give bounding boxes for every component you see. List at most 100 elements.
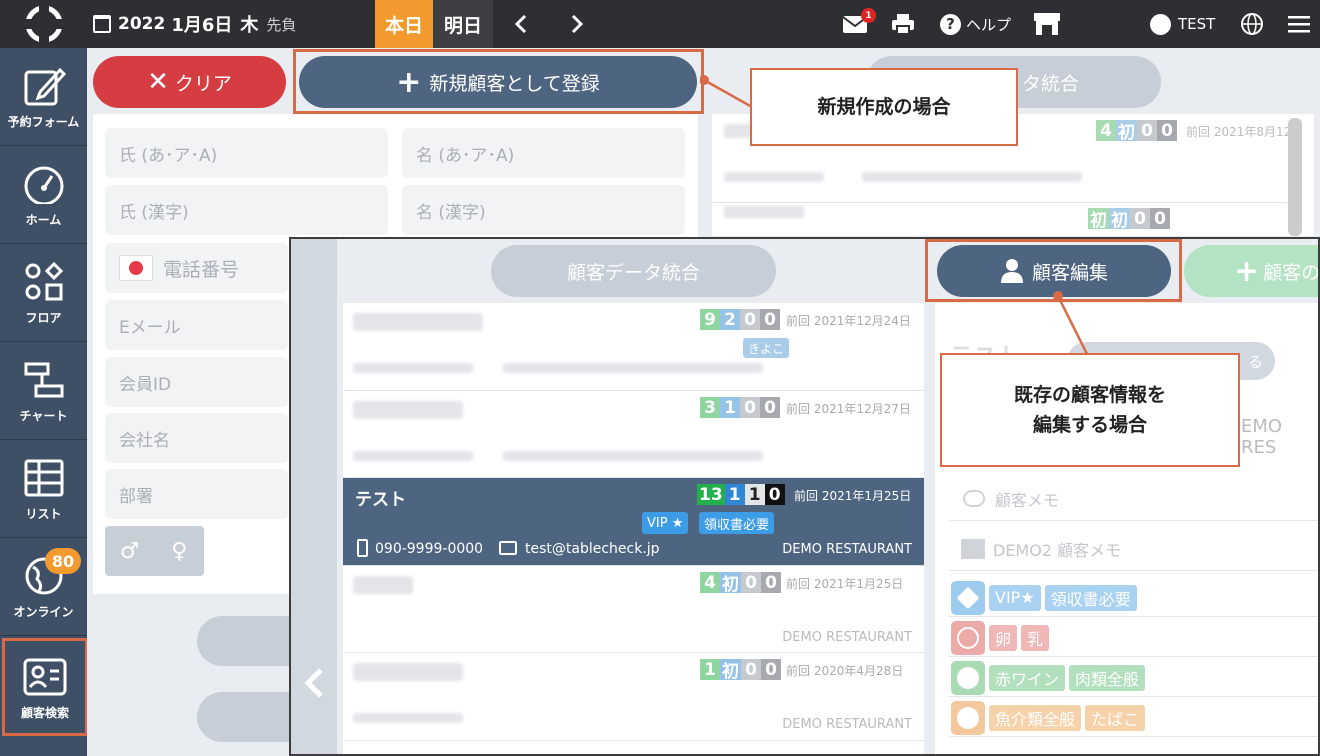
demo2-memo-label: DEMO2 顧客メモ xyxy=(993,540,1122,560)
sidebar-item-label: リスト xyxy=(25,507,62,521)
chart-bars-icon xyxy=(24,362,63,398)
customer-phone: 090-9999-0000 xyxy=(375,541,484,557)
member-id-input[interactable]: 会員ID xyxy=(105,357,288,407)
bg-scrollbar[interactable] xyxy=(1288,118,1302,236)
last-name-kana-input[interactable]: 氏 (あ･ア･A) xyxy=(105,128,388,178)
prev-day-button[interactable] xyxy=(500,0,542,48)
customer-memo-row[interactable]: 顧客メモ xyxy=(949,477,1318,521)
floor-shapes-icon xyxy=(25,261,63,301)
calendar-icon xyxy=(93,15,111,33)
customer-edit-panel: 顧客データ統合 顧客編集 + 顧客の 9200 前回 2021年12月24日 き… xyxy=(289,237,1320,756)
list-item[interactable]: 9200 前回 2021年12月24日 きよこ xyxy=(343,303,924,391)
sidebar-item-home[interactable]: ホーム xyxy=(0,146,87,244)
smile-face-icon xyxy=(951,660,985,695)
department-input[interactable]: 部署 xyxy=(105,469,288,519)
japan-flag-icon xyxy=(119,255,153,281)
receipt-tag: 領収書必要 xyxy=(699,512,775,534)
list-item[interactable]: 4初00 前回 2021年1月25日 DEMO RESTAURANT xyxy=(343,566,924,653)
panel-back-bar[interactable] xyxy=(291,239,337,754)
hamburger-icon xyxy=(1288,16,1310,33)
help-button[interactable]: ? ヘルプ xyxy=(940,0,1011,48)
first-name-kana-input[interactable]: 名 (あ･ア･A) xyxy=(402,128,685,178)
tomorrow-button[interactable]: 明日 xyxy=(433,0,493,48)
sidebar-item-online[interactable]: 80 オンライン xyxy=(0,538,87,636)
callout-connector xyxy=(700,75,753,109)
today-button[interactable]: 本日 xyxy=(375,0,433,48)
print-button[interactable] xyxy=(891,0,915,48)
user-menu[interactable]: TEST xyxy=(1150,0,1215,48)
sidebar-item-chart[interactable]: チャート xyxy=(0,342,87,440)
mail-button[interactable]: 1 xyxy=(842,0,876,48)
chevron-right-icon xyxy=(571,14,584,34)
list-item-selected[interactable]: テスト 13 1 1 0 前回 2021年1月25日 VIP ★ 領収書必要 090-… xyxy=(343,478,924,566)
detail-pill-label: る xyxy=(1247,352,1263,371)
date-display[interactable]: 2022 1月6日 木 先負 xyxy=(93,0,296,48)
gender-selector: ♂ ♀ xyxy=(105,526,204,576)
female-button[interactable]: ♀ xyxy=(155,526,205,576)
new-customer-button-partial[interactable]: + 顧客の xyxy=(1184,245,1318,297)
next-day-button[interactable] xyxy=(556,0,598,48)
customer-name: テスト xyxy=(355,490,406,510)
store-button[interactable] xyxy=(1033,0,1061,48)
globe-icon xyxy=(1241,13,1263,35)
sidebar-item-reservation-form[interactable]: 予約フォーム xyxy=(0,48,87,146)
store-icon xyxy=(961,538,985,559)
customer-email: test@tablecheck.jp xyxy=(525,541,660,557)
chevron-left-icon xyxy=(304,668,323,698)
date-year: 2022 xyxy=(118,14,166,34)
last-visit: 前回 2021年12月27日 xyxy=(786,402,911,416)
allergy-row: 卵 乳 xyxy=(949,619,1318,657)
dislike-seafood: 魚介類全般 xyxy=(989,704,1082,731)
merge-label-partial: タ統合 xyxy=(1021,72,1079,95)
demo2-memo-row[interactable]: DEMO2 顧客メモ xyxy=(949,527,1318,571)
sidebar-item-customer-search[interactable]: 顧客検索 xyxy=(2,638,88,736)
bg-row-counts: 初初00 xyxy=(1088,208,1170,231)
email-icon xyxy=(499,541,517,555)
first-name-kanji-input[interactable]: 名 (漢字) xyxy=(402,185,685,235)
top-bar: 2022 1月6日 木 先負 本日 明日 1 ? ヘルプ TEST xyxy=(0,0,1320,48)
customer-restaurant: DEMO RESTAURANT xyxy=(782,717,912,732)
last-visit: 前回 2020年4月28日 xyxy=(786,664,904,678)
bg-button-2[interactable] xyxy=(197,692,297,742)
company-input[interactable]: 会社名 xyxy=(105,413,288,463)
tag-row: VIP★ 領収書必要 xyxy=(949,579,1318,617)
edit-form-icon xyxy=(24,67,66,106)
sidebar-item-label: 予約フォーム xyxy=(7,115,80,129)
email-input[interactable]: Eメール xyxy=(105,300,288,350)
like-meat: 肉類全般 xyxy=(1069,664,1146,691)
sidebar-item-label: オンライン xyxy=(13,605,74,619)
bg-row-counts: 4初00 xyxy=(1096,120,1177,143)
clear-button[interactable]: ✕ クリア xyxy=(93,56,286,108)
printer-icon xyxy=(892,14,914,35)
tag-vip: VIP★ xyxy=(989,584,1041,611)
menu-button[interactable] xyxy=(1288,0,1310,48)
customer-restaurant: DEMO RESTAURANT xyxy=(782,542,912,557)
help-label: ヘルプ xyxy=(966,15,1012,34)
last-name-kanji-input[interactable]: 氏 (漢字) xyxy=(105,185,388,235)
chat-bubble-icon xyxy=(963,490,985,507)
phone-input[interactable]: 電話番号 xyxy=(105,243,288,293)
likes-row: 赤ワイン 肉類全般 xyxy=(949,659,1318,697)
male-button[interactable]: ♂ xyxy=(105,526,155,576)
tag-receipt: 領収書必要 xyxy=(1044,584,1137,611)
allergy-egg: 卵 xyxy=(989,624,1018,651)
like-red-wine: 赤ワイン xyxy=(989,664,1066,691)
sidebar-item-floor[interactable]: フロア xyxy=(0,244,87,342)
close-icon: ✕ xyxy=(147,67,169,97)
tag-icon xyxy=(951,580,985,615)
bg-button-1[interactable] xyxy=(197,616,297,666)
list-item[interactable]: 3100 前回 2021年12月27日 xyxy=(343,391,924,478)
sidebar-item-list[interactable]: リスト xyxy=(0,440,87,538)
table-list-icon xyxy=(24,459,63,497)
user-icon xyxy=(1150,13,1171,35)
plus-icon: + xyxy=(1234,253,1260,289)
merge-label: 顧客データ統合 xyxy=(566,261,700,284)
callout-edit-line1: 既存の顧客情報を xyxy=(1013,384,1166,406)
sidebar: 予約フォーム ホーム フロア チャート リスト 80 オンライン 顧客検索 xyxy=(0,48,88,756)
merge-data-button[interactable]: 顧客データ統合 xyxy=(491,245,776,297)
help-icon: ? xyxy=(940,13,961,35)
dashboard-gauge-icon xyxy=(24,166,63,204)
language-button[interactable] xyxy=(1240,0,1264,48)
list-item[interactable]: 1初00 前回 2020年4月28日 DEMO RESTAURANT xyxy=(343,653,924,741)
app-logo[interactable] xyxy=(0,0,87,48)
